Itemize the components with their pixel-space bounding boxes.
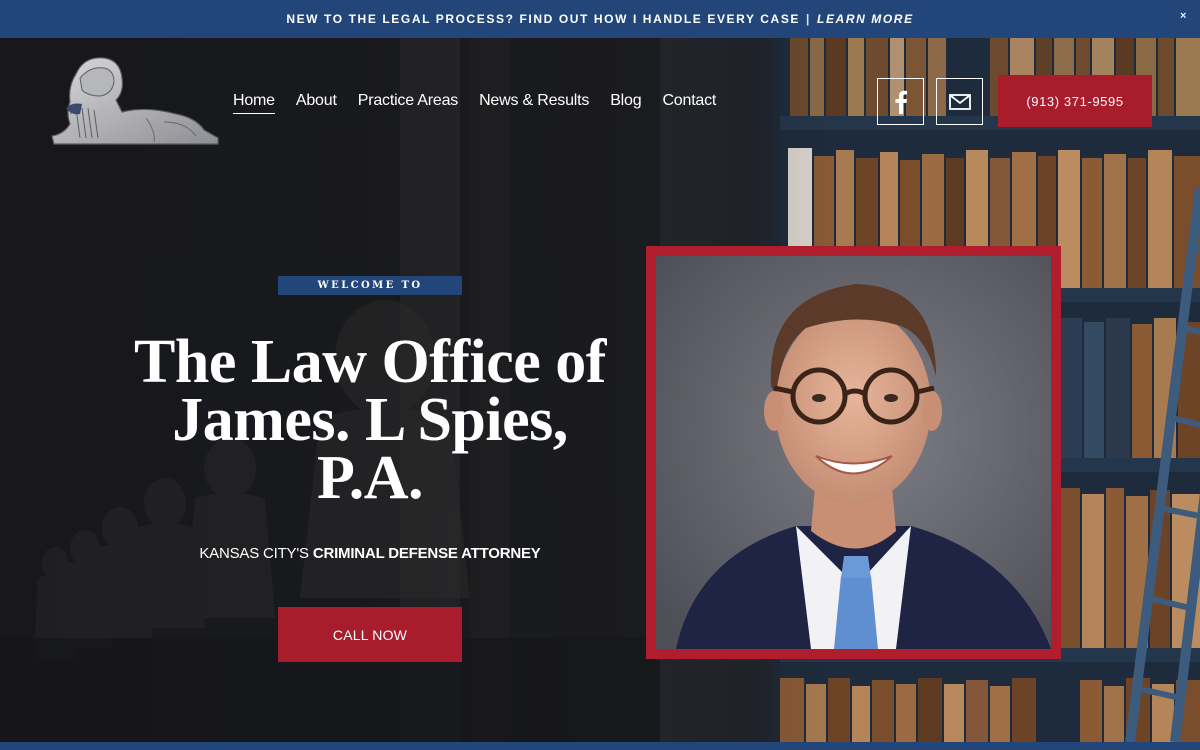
- hero-subtitle: KANSAS CITY'S CRIMINAL DEFENSE ATTORNEY: [150, 545, 590, 562]
- nav-item-blog[interactable]: Blog: [610, 90, 641, 114]
- title-line-3: P.A.: [317, 444, 423, 512]
- welcome-label: WELCOME TO: [278, 276, 462, 295]
- main-nav: Home About Practice Areas News & Results…: [233, 90, 737, 114]
- close-icon[interactable]: ×: [1180, 10, 1188, 22]
- announcement-text: NEW TO THE LEGAL PROCESS? FIND OUT HOW I…: [286, 12, 801, 26]
- nav-item-contact[interactable]: Contact: [662, 90, 716, 114]
- subtitle-bold: CRIMINAL DEFENSE ATTORNEY: [312, 545, 541, 562]
- nav-item-home[interactable]: Home: [233, 90, 275, 114]
- nav-item-news-results[interactable]: News & Results: [479, 90, 589, 114]
- call-now-button[interactable]: CALL NOW: [278, 607, 462, 662]
- mail-icon: [948, 93, 971, 110]
- attorney-portrait-frame: [646, 246, 1061, 659]
- facebook-icon: [895, 90, 907, 114]
- announcement-bar: NEW TO THE LEGAL PROCESS? FIND OUT HOW I…: [0, 0, 1200, 38]
- announcement-separator: |: [806, 12, 812, 26]
- attorney-portrait-image: [656, 256, 1051, 649]
- lion-logo-icon[interactable]: [46, 52, 222, 148]
- bottom-strip: [0, 742, 1200, 750]
- nav-item-about[interactable]: About: [296, 90, 337, 114]
- page-title: The Law Office of James. L Spies, P.A.: [100, 331, 640, 509]
- phone-button[interactable]: (913) 371-9595: [998, 75, 1152, 127]
- email-button[interactable]: [936, 78, 983, 125]
- facebook-button[interactable]: [877, 78, 924, 125]
- learn-more-link[interactable]: LEARN MORE: [817, 12, 914, 26]
- nav-item-practice-areas[interactable]: Practice Areas: [358, 90, 459, 114]
- subtitle-prefix: KANSAS CITY'S: [199, 545, 313, 562]
